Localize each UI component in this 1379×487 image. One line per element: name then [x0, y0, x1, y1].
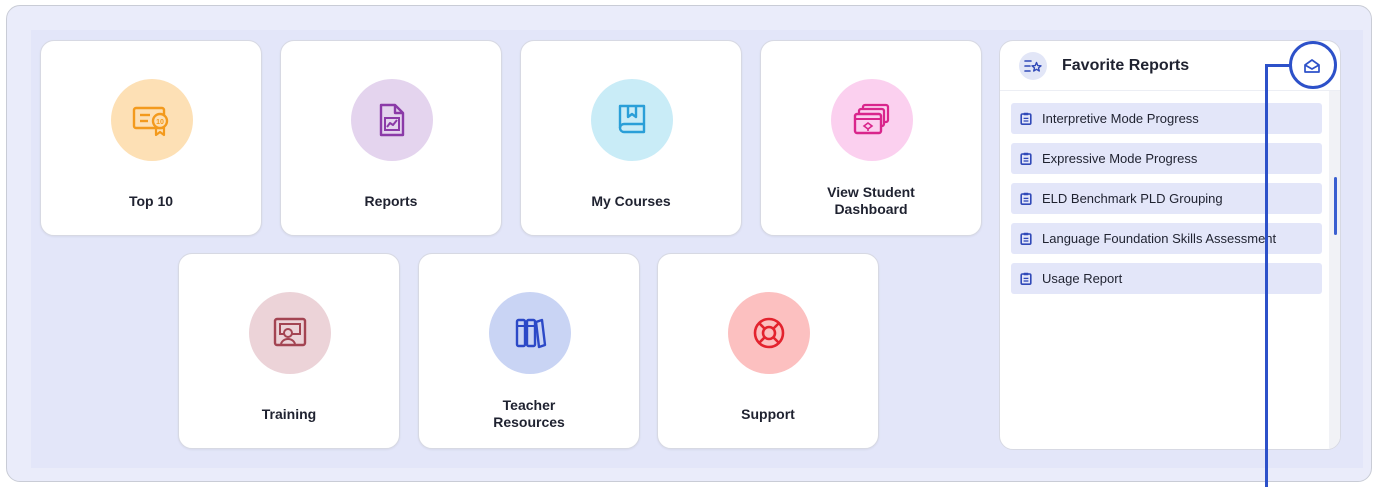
clipboard-icon [1020, 192, 1032, 205]
favorite-report-item[interactable]: Language Foundation Skills Assessment [1011, 223, 1322, 254]
tile-reports[interactable]: Reports [280, 40, 502, 236]
svg-text:10: 10 [156, 119, 164, 126]
tile-teacher-resources[interactable]: Teacher Resources [418, 253, 640, 449]
tile-label: Training [189, 392, 389, 436]
report-chart-icon [351, 79, 433, 161]
callout-line [1265, 64, 1290, 67]
tile-label-line: View Student [827, 184, 915, 200]
tile-label: View Student Dashboard [771, 179, 971, 223]
clipboard-icon [1020, 152, 1032, 165]
lifebuoy-icon [728, 292, 810, 374]
tile-training[interactable]: Training [178, 253, 400, 449]
tile-support[interactable]: Support [657, 253, 879, 449]
scrollbar-thumb[interactable] [1334, 177, 1337, 235]
tile-label: Support [668, 392, 868, 436]
favorite-report-label: Language Foundation Skills Assessment [1042, 231, 1277, 246]
clipboard-icon [1020, 112, 1032, 125]
favorite-reports-panel: Favorite Reports Interpretive Mode Progr… [999, 40, 1341, 450]
favorite-reports-title: Favorite Reports [1062, 57, 1190, 74]
tile-label-line: Support [741, 405, 795, 422]
tile-label-line: Top 10 [128, 192, 174, 209]
favorite-report-item[interactable]: ELD Benchmark PLD Grouping [1011, 183, 1322, 214]
favorite-report-label: Expressive Mode Progress [1042, 151, 1198, 166]
training-presentation-icon [249, 292, 331, 374]
tile-label: My Courses [531, 179, 731, 223]
favorite-report-label: ELD Benchmark PLD Grouping [1042, 191, 1223, 206]
favorite-report-item[interactable]: Usage Report [1011, 263, 1322, 294]
certificate-icon: 10 [111, 79, 193, 161]
scrollbar-track[interactable] [1329, 91, 1340, 449]
favorite-reports-list: Interpretive Mode Progress Expressive Mod… [1011, 103, 1322, 303]
dashboard-screens-icon [831, 79, 913, 161]
clipboard-icon [1020, 232, 1032, 245]
callout-highlight-ring [1289, 41, 1337, 89]
tile-top10[interactable]: 10 Top 10 [40, 40, 262, 236]
tile-label-line: Dashboard [834, 201, 908, 217]
book-icon [591, 79, 673, 161]
star-list-icon [1019, 52, 1047, 80]
tile-label: Teacher Resources [429, 392, 629, 436]
tile-label-line: Teacher [502, 397, 556, 413]
tile-label-line: Training [261, 405, 317, 422]
tile-label-line: Reports [364, 192, 418, 209]
tile-my-courses[interactable]: My Courses [520, 40, 742, 236]
tile-label: Top 10 [51, 179, 251, 223]
favorite-report-label: Interpretive Mode Progress [1042, 111, 1199, 126]
tile-label-line: Resources [493, 414, 565, 430]
favorite-report-item[interactable]: Interpretive Mode Progress [1011, 103, 1322, 134]
favorite-report-item[interactable]: Expressive Mode Progress [1011, 143, 1322, 174]
clipboard-icon [1020, 272, 1032, 285]
tile-view-student-dashboard[interactable]: View Student Dashboard [760, 40, 982, 236]
tile-label-line: My Courses [591, 192, 671, 209]
callout-line [1265, 64, 1268, 487]
favorite-report-label: Usage Report [1042, 271, 1123, 286]
books-icon [489, 292, 571, 374]
tile-label: Reports [291, 179, 491, 223]
